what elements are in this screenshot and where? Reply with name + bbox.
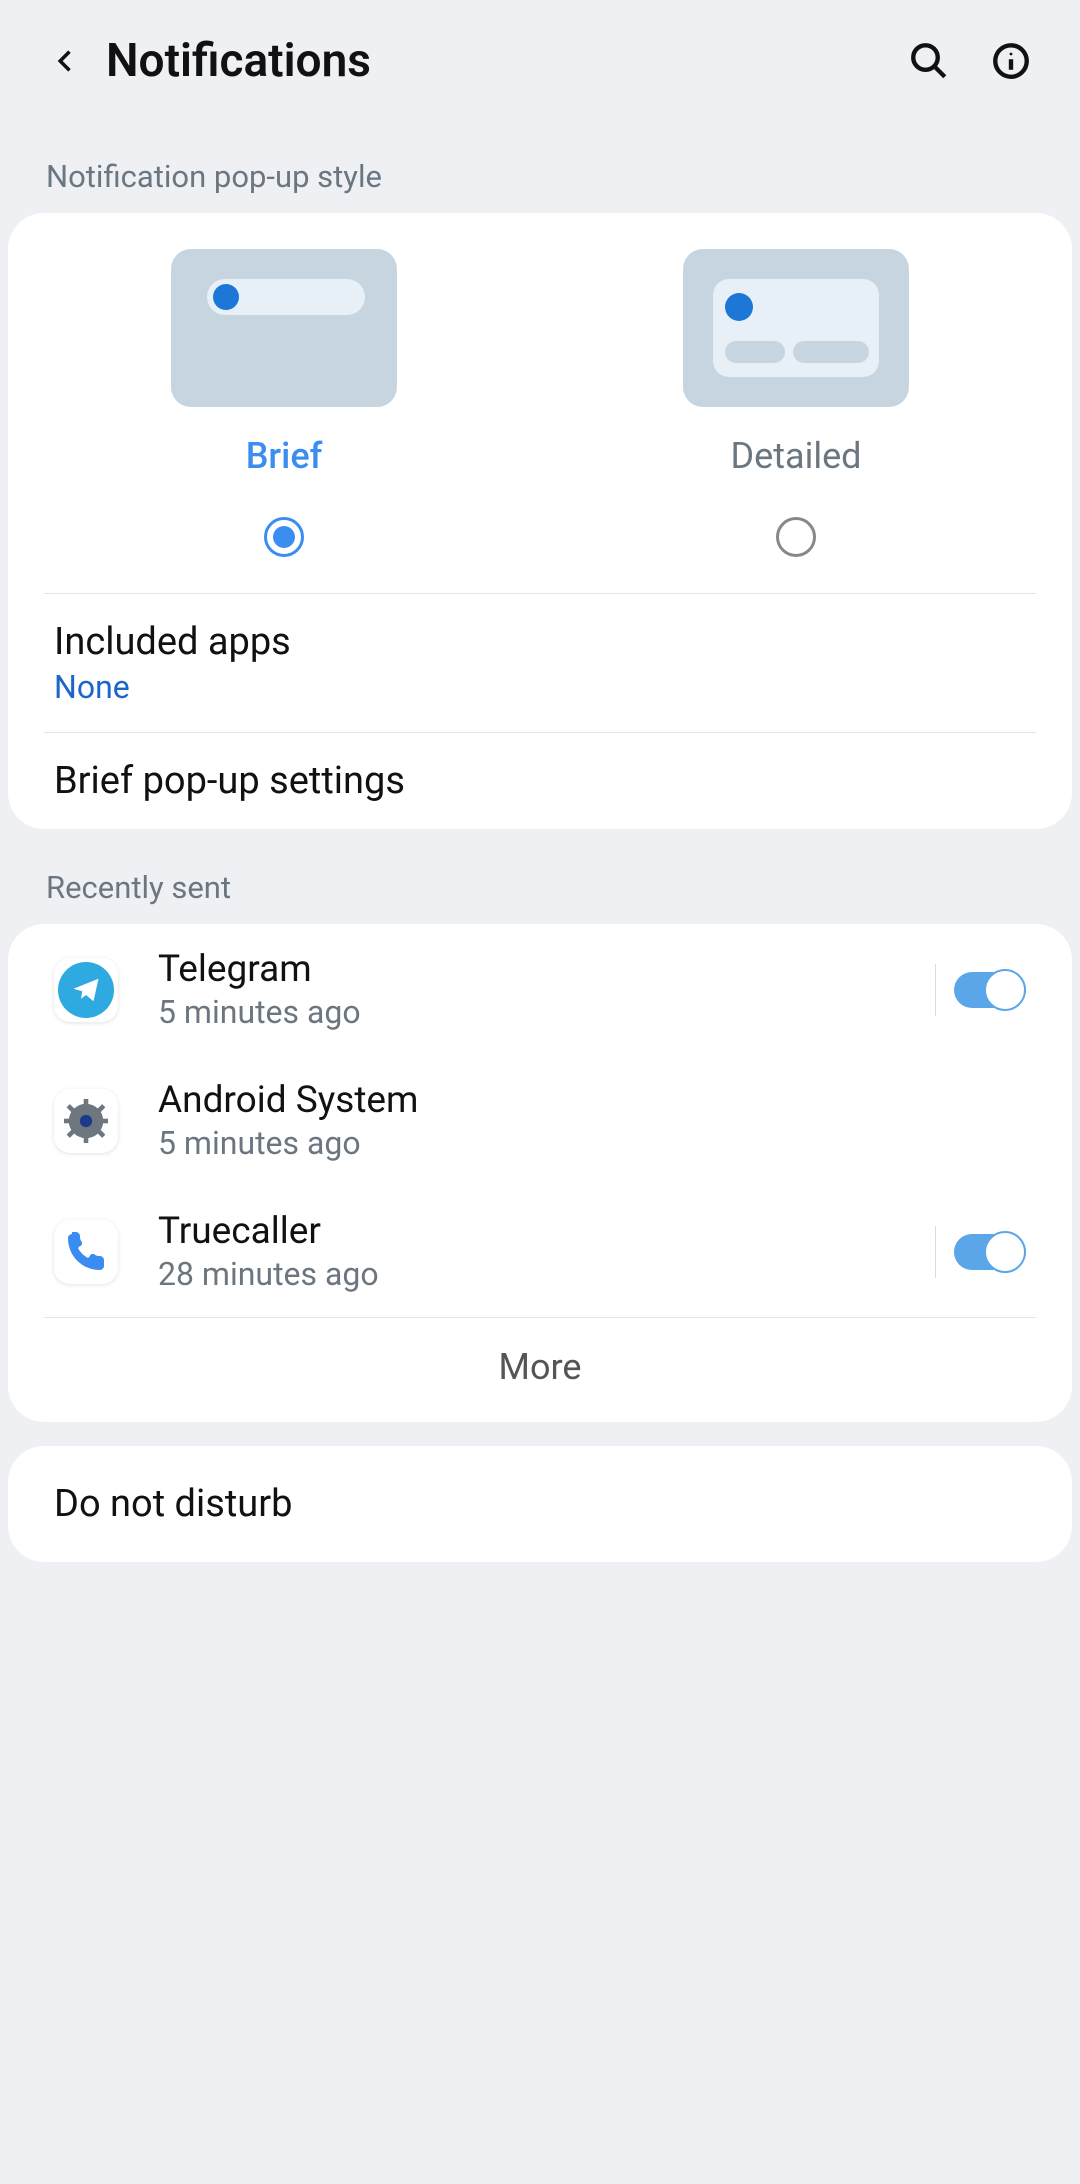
detailed-label: Detailed bbox=[731, 435, 862, 477]
app-time: 5 minutes ago bbox=[158, 1124, 1026, 1162]
app-row-truecaller[interactable]: Truecaller 28 minutes ago bbox=[8, 1186, 1072, 1317]
gear-icon bbox=[54, 1089, 118, 1153]
detailed-thumbnail bbox=[683, 249, 909, 407]
phone-icon bbox=[54, 1220, 118, 1284]
included-apps-value: None bbox=[54, 668, 1026, 706]
style-option-detailed[interactable]: Detailed bbox=[606, 249, 986, 593]
toggle-telegram[interactable] bbox=[954, 972, 1026, 1008]
header: Notifications bbox=[0, 0, 1080, 118]
brief-thumbnail bbox=[171, 249, 397, 407]
app-row-telegram[interactable]: Telegram 5 minutes ago bbox=[8, 924, 1072, 1055]
section-label-recent: Recently sent bbox=[0, 829, 1080, 924]
app-time: 28 minutes ago bbox=[158, 1255, 935, 1293]
style-option-brief[interactable]: Brief bbox=[94, 249, 474, 593]
telegram-icon bbox=[54, 958, 118, 1022]
brief-label: Brief bbox=[246, 435, 323, 477]
app-name: Telegram bbox=[158, 948, 935, 991]
dnd-label: Do not disturb bbox=[54, 1482, 1026, 1526]
included-apps-row[interactable]: Included apps None bbox=[8, 594, 1072, 732]
detailed-radio[interactable] bbox=[776, 517, 816, 557]
app-time: 5 minutes ago bbox=[158, 993, 935, 1031]
search-icon[interactable] bbox=[906, 38, 952, 84]
page-title: Notifications bbox=[106, 34, 906, 88]
app-row-android-system[interactable]: Android System 5 minutes ago bbox=[8, 1055, 1072, 1186]
toggle-truecaller[interactable] bbox=[954, 1234, 1026, 1270]
back-icon[interactable] bbox=[46, 41, 86, 81]
brief-popup-settings-label: Brief pop-up settings bbox=[54, 759, 1026, 803]
section-label-popup: Notification pop-up style bbox=[0, 118, 1080, 213]
recent-card: Telegram 5 minutes ago Android System 5 … bbox=[8, 924, 1072, 1422]
included-apps-title: Included apps bbox=[54, 620, 1026, 664]
brief-radio[interactable] bbox=[264, 517, 304, 557]
brief-popup-settings-row[interactable]: Brief pop-up settings bbox=[8, 733, 1072, 829]
info-icon[interactable] bbox=[988, 38, 1034, 84]
app-name: Truecaller bbox=[158, 1210, 935, 1253]
popup-style-card: Brief Detailed Included apps None Brief … bbox=[8, 213, 1072, 829]
app-name: Android System bbox=[158, 1079, 1026, 1122]
more-button[interactable]: More bbox=[8, 1318, 1072, 1422]
do-not-disturb-row[interactable]: Do not disturb bbox=[8, 1446, 1072, 1562]
